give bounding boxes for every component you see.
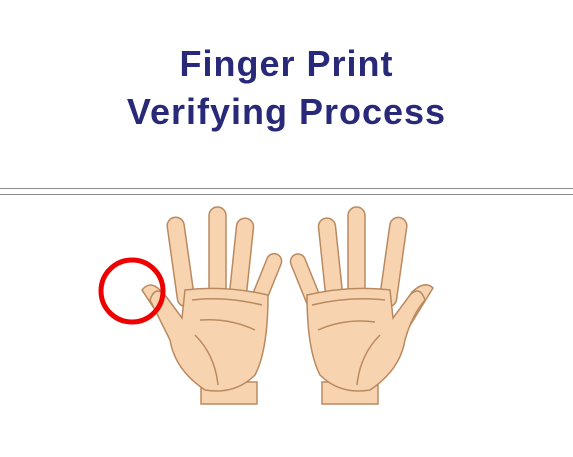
palms-illustration <box>98 206 434 405</box>
right-hand-icon <box>289 206 434 405</box>
left-hand-icon <box>141 206 283 405</box>
